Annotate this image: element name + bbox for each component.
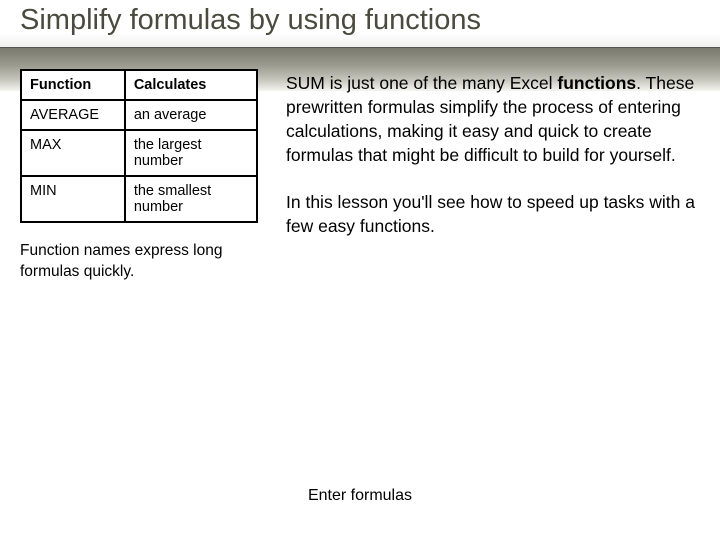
title-bar: Simplify formulas by using functions [0, 0, 720, 48]
body-paragraph-2: In this lesson you'll see how to speed u… [286, 190, 700, 238]
fn-desc-cell: the largest number [125, 130, 257, 176]
table-header-row: Function Calculates [21, 70, 257, 100]
right-column: SUM is just one of the many Excel functi… [286, 69, 700, 283]
table-caption: Function names express long formulas qui… [20, 241, 258, 283]
table-header-calculates: Calculates [125, 70, 257, 100]
p1-bold: functions [557, 73, 636, 93]
table-header-function: Function [21, 70, 125, 100]
functions-table: Function Calculates AVERAGE an average M… [20, 69, 258, 223]
fn-name-cell: MIN [21, 176, 125, 222]
fn-desc-cell: the smallest number [125, 176, 257, 222]
table-row: AVERAGE an average [21, 100, 257, 130]
footer-text: Enter formulas [0, 487, 720, 505]
slide-title: Simplify formulas by using functions [20, 4, 700, 37]
p1-lead: SUM is just one of the many Excel [286, 73, 557, 93]
table-row: MAX the largest number [21, 130, 257, 176]
fn-name-cell: AVERAGE [21, 100, 125, 130]
body-paragraph-1: SUM is just one of the many Excel functi… [286, 71, 700, 168]
content-area: Function Calculates AVERAGE an average M… [0, 69, 720, 283]
left-column: Function Calculates AVERAGE an average M… [20, 69, 258, 283]
fn-name-cell: MAX [21, 130, 125, 176]
table-row: MIN the smallest number [21, 176, 257, 222]
fn-desc-cell: an average [125, 100, 257, 130]
